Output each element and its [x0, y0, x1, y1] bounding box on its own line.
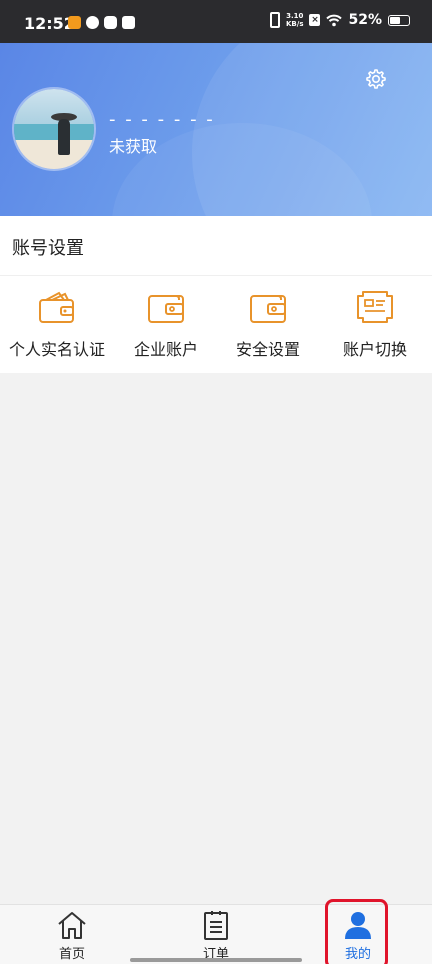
receipt-icon	[357, 291, 393, 323]
network-speed-unit: KB/s	[286, 20, 304, 28]
tab-home[interactable]: 首页	[42, 905, 102, 964]
username: - - - - - - -	[109, 109, 215, 130]
grid-item-label: 安全设置	[235, 340, 300, 359]
grid-item-real-name-auth[interactable]: 个人实名认证	[0, 288, 114, 368]
highlight-box	[325, 899, 388, 964]
divider	[0, 275, 432, 276]
settings-gear-icon[interactable]	[363, 67, 387, 91]
vibrate-icon	[270, 12, 280, 28]
status-indicators: 3.10 KB/s × 52%	[270, 12, 410, 28]
status-bar: 12:52 3.10 KB/s × 52%	[0, 0, 432, 43]
network-speed: 3.10 KB/s	[286, 12, 303, 28]
app-notification-icon	[86, 16, 99, 29]
user-status: 未获取	[109, 137, 158, 156]
grid-item-enterprise-account[interactable]: 企业账户	[114, 288, 218, 368]
wallet-card-icon	[39, 291, 74, 323]
grid-item-label: 账户切换	[342, 340, 407, 359]
wallet-icon	[148, 295, 184, 323]
grid-item-label: 个人实名认证	[8, 340, 105, 359]
network-speed-value: 3.10	[286, 12, 304, 20]
account-settings-grid: 个人实名认证 企业账户 安全设置 账户切换	[0, 288, 432, 368]
home-indicator[interactable]	[130, 958, 302, 962]
grid-item-switch-account[interactable]: 账户切换	[318, 288, 432, 368]
battery-icon	[388, 14, 410, 26]
message-notification-icon	[122, 16, 135, 29]
no-sim-icon: ×	[309, 14, 321, 26]
home-icon	[58, 912, 86, 939]
avatar[interactable]	[12, 87, 96, 171]
wallet-icon	[250, 295, 286, 323]
tab-orders[interactable]: 订单	[186, 905, 246, 964]
wifi-icon	[326, 14, 343, 26]
clipboard-icon	[204, 911, 228, 940]
section-title: 账号设置	[12, 238, 84, 259]
profile-header: - - - - - - - 未获取	[0, 43, 432, 216]
tab-label: 首页	[58, 947, 85, 962]
weibo-app-icon	[68, 16, 81, 29]
app-notification-icon	[104, 16, 117, 29]
grid-item-label: 企业账户	[133, 340, 198, 359]
app-screen: 12:52 3.10 KB/s × 52% - - - - - - - 未获取 …	[0, 0, 432, 964]
battery-percent: 52%	[348, 12, 382, 28]
grid-item-security-settings[interactable]: 安全设置	[218, 288, 318, 368]
account-settings-section: 账号设置 个人实名认证 企业账户 安全设置 账户切换	[0, 216, 432, 373]
notification-icons	[68, 16, 135, 29]
